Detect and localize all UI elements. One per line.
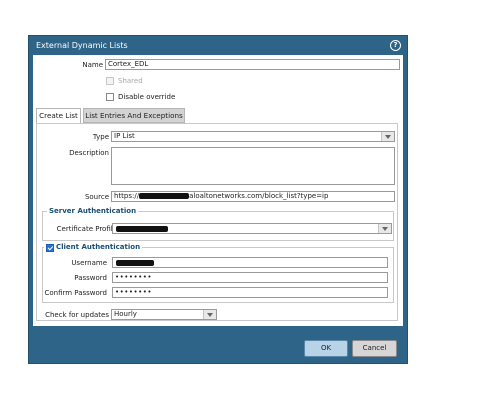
chevron-down-icon	[203, 310, 216, 319]
external-dynamic-lists-dialog: External Dynamic Lists ? Name Cortex_EDL…	[28, 35, 408, 364]
type-label: Type	[92, 133, 109, 141]
source-label: Source	[84, 193, 109, 201]
ok-button[interactable]: OK	[304, 340, 348, 357]
check-for-updates-label: Check for updates	[45, 311, 109, 319]
source-suffix: aloaltonetworks.com/block_list?type=ip	[189, 192, 329, 200]
shared-checkbox[interactable]	[106, 77, 114, 85]
type-select-value: IP List	[114, 132, 135, 140]
redacted-host	[139, 193, 190, 199]
dialog-titlebar[interactable]: External Dynamic Lists ?	[29, 36, 407, 56]
description-label: Description	[69, 149, 109, 157]
client-authentication-title: Client Authentication	[44, 243, 143, 251]
tab-create-list[interactable]: Create List	[36, 108, 81, 123]
cancel-button[interactable]: Cancel	[352, 340, 397, 357]
server-authentication-group: Server Authentication Certificate Profil…	[42, 207, 394, 241]
username-label: Username	[71, 259, 107, 267]
create-list-panel: Type IP List Description Source https://…	[36, 123, 398, 321]
disable-override-label: Disable override	[118, 93, 176, 101]
help-icon[interactable]: ?	[390, 40, 401, 51]
client-authentication-group: Client Authentication Username Password …	[42, 243, 394, 303]
name-label: Name	[82, 61, 103, 69]
certificate-profile-select[interactable]	[112, 223, 392, 234]
name-input[interactable]: Cortex_EDL	[105, 59, 400, 70]
server-authentication-title: Server Authentication	[47, 207, 139, 215]
chevron-down-icon	[381, 132, 394, 141]
chevron-down-icon	[378, 224, 391, 233]
check-for-updates-value: Hourly	[114, 310, 137, 318]
disable-override-checkbox[interactable]	[106, 93, 114, 101]
type-select[interactable]: IP List	[111, 131, 395, 142]
source-input[interactable]: https:// aloaltonetworks.com/block_list?t…	[111, 191, 395, 202]
shared-label: Shared	[118, 77, 143, 85]
description-textarea[interactable]	[111, 147, 395, 185]
redacted-username	[116, 260, 154, 266]
confirm-password-input[interactable]: ••••••••	[112, 287, 388, 298]
tab-list-entries-and-exceptions[interactable]: List Entries And Exceptions	[83, 108, 185, 123]
client-authentication-checkbox[interactable]	[46, 244, 54, 252]
dialog-content: Name Cortex_EDL Shared Disable override …	[33, 55, 403, 326]
dialog-title: External Dynamic Lists	[36, 41, 128, 50]
username-input[interactable]	[112, 257, 388, 268]
certificate-profile-label: Certificate Profile	[56, 225, 117, 233]
password-label: Password	[74, 274, 107, 282]
redacted-certificate	[116, 226, 168, 232]
password-input[interactable]: ••••••••	[112, 272, 388, 283]
confirm-password-label: Confirm Password	[44, 289, 107, 297]
check-for-updates-select[interactable]: Hourly	[111, 309, 217, 320]
source-prefix: https://	[114, 192, 140, 200]
